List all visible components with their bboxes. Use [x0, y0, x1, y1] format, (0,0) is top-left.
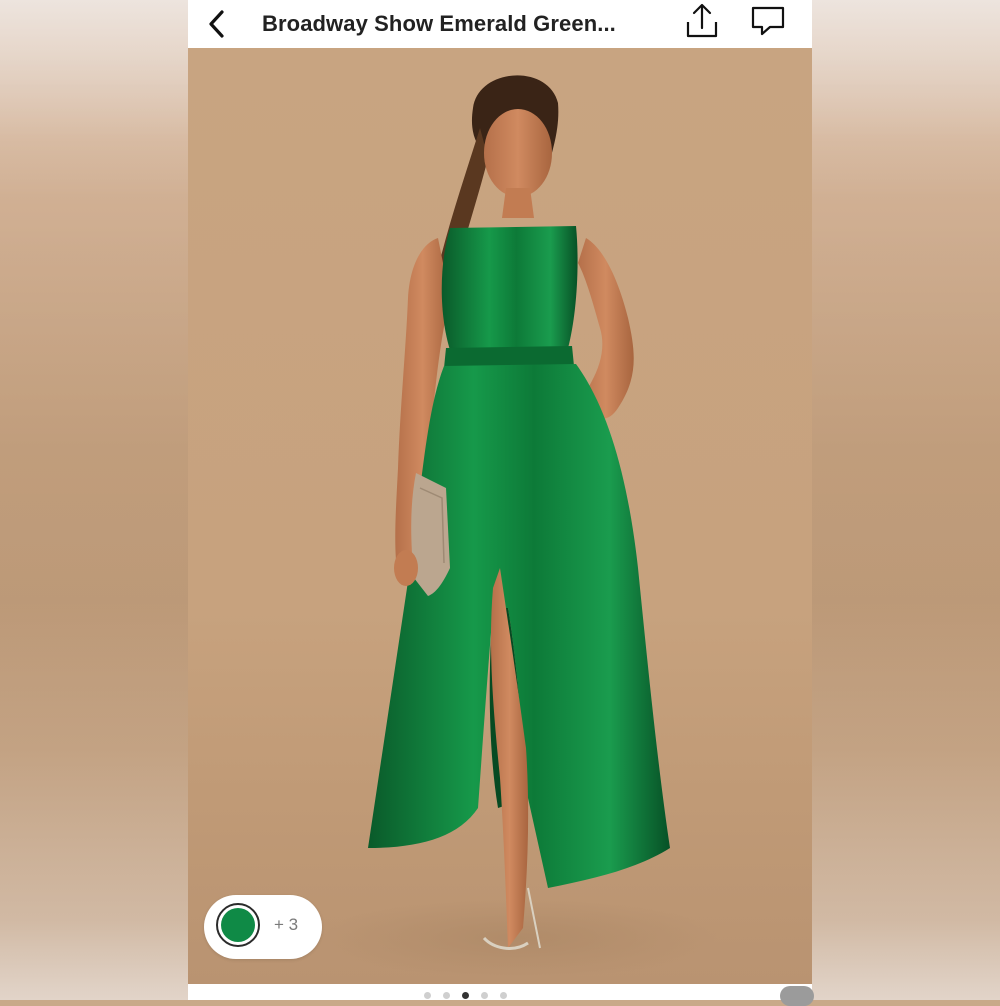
carousel-dot[interactable]: [443, 992, 450, 999]
chevron-left-icon: [209, 10, 224, 38]
listing-screen: Broadway Show Emerald Green... + 3: [188, 0, 812, 1000]
color-variant-selector[interactable]: + 3: [204, 895, 322, 959]
product-photo[interactable]: [188, 48, 812, 984]
comment-button[interactable]: [748, 2, 788, 42]
carousel-dot[interactable]: [500, 992, 507, 999]
carousel-dot[interactable]: [424, 992, 431, 999]
comment-bubble-icon: [751, 6, 785, 36]
more-colors-count: + 3: [274, 915, 299, 934]
green-color-dot: [221, 908, 255, 942]
share-upload-icon: [686, 3, 718, 38]
top-navigation-bar: Broadway Show Emerald Green...: [188, 0, 812, 48]
back-button[interactable]: [202, 6, 232, 42]
scroll-indicator[interactable]: [780, 986, 814, 1006]
dress-illustration: [318, 75, 718, 978]
carousel-dot[interactable]: [462, 992, 469, 999]
listing-title: Broadway Show Emerald Green...: [262, 11, 616, 36]
carousel-indicator-bar: [188, 984, 812, 1000]
share-button[interactable]: [682, 2, 722, 42]
carousel-dots: [424, 992, 507, 999]
selected-color-swatch[interactable]: [216, 903, 260, 947]
carousel-dot[interactable]: [481, 992, 488, 999]
